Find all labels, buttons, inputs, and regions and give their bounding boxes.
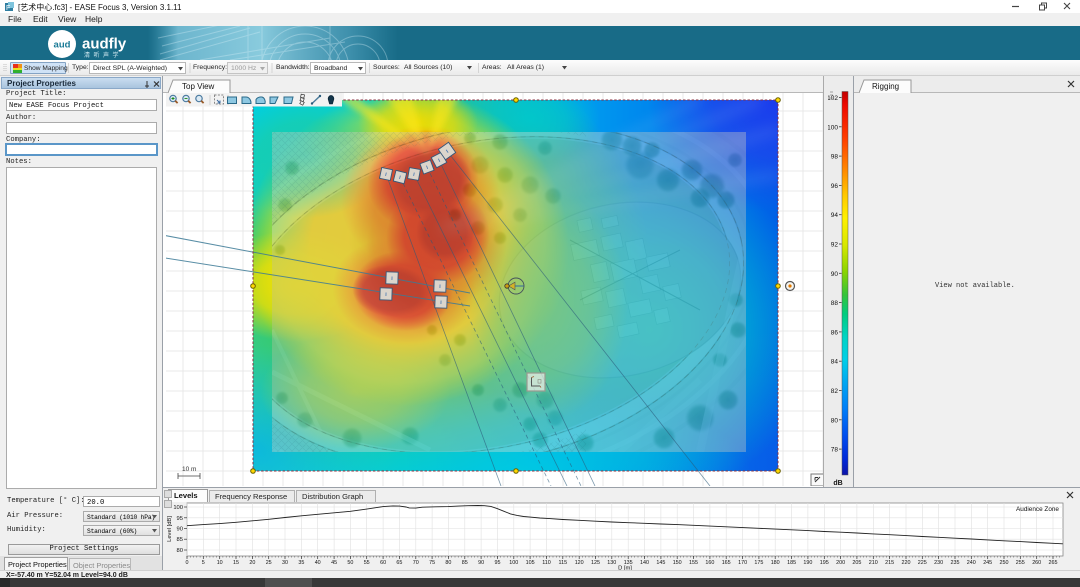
svg-text:清听声学: 清听声学: [84, 51, 122, 59]
svg-text:30: 30: [282, 560, 288, 566]
svg-text:195: 195: [820, 560, 829, 566]
svg-text:110: 110: [542, 560, 551, 566]
svg-text:260: 260: [1032, 560, 1041, 566]
svg-text:55: 55: [364, 560, 370, 566]
svg-text:265: 265: [1049, 560, 1058, 566]
svg-text:150: 150: [673, 560, 682, 566]
svg-text:70: 70: [413, 560, 419, 566]
svg-text:15: 15: [233, 560, 239, 566]
svg-text:175: 175: [754, 560, 763, 566]
svg-text:95: 95: [177, 516, 183, 522]
svg-text:160: 160: [705, 560, 714, 566]
svg-text:165: 165: [722, 560, 731, 566]
svg-text:84: 84: [831, 359, 839, 366]
svg-text:25: 25: [266, 560, 272, 566]
svg-text:86: 86: [831, 329, 839, 336]
svg-text:75: 75: [429, 560, 435, 566]
svg-text:5: 5: [202, 560, 205, 566]
svg-text:255: 255: [1016, 560, 1025, 566]
svg-text:250: 250: [1000, 560, 1009, 566]
svg-text:170: 170: [738, 560, 747, 566]
svg-text:240: 240: [967, 560, 976, 566]
svg-text:98: 98: [831, 154, 839, 161]
svg-text:95: 95: [495, 560, 501, 566]
svg-text:100: 100: [173, 505, 183, 511]
svg-text:180: 180: [771, 560, 780, 566]
svg-text:145: 145: [656, 560, 665, 566]
svg-text:80: 80: [177, 548, 183, 554]
svg-text:105: 105: [526, 560, 535, 566]
svg-text:65: 65: [396, 560, 402, 566]
svg-text:155: 155: [689, 560, 698, 566]
svg-text:100: 100: [828, 124, 838, 131]
svg-text:audfly: audfly: [82, 36, 127, 53]
svg-text:F: F: [6, 5, 10, 12]
svg-text:0: 0: [186, 560, 189, 566]
svg-text:45: 45: [331, 560, 337, 566]
svg-text:90: 90: [177, 527, 183, 533]
svg-text:200: 200: [836, 560, 845, 566]
svg-text:185: 185: [787, 560, 796, 566]
svg-text:210: 210: [869, 560, 878, 566]
svg-text:102: 102: [828, 95, 838, 102]
svg-text:35: 35: [298, 560, 304, 566]
svg-text:120: 120: [575, 560, 584, 566]
svg-text:215: 215: [885, 560, 894, 566]
svg-text:85: 85: [177, 537, 183, 543]
svg-text:230: 230: [934, 560, 943, 566]
svg-text:78: 78: [831, 447, 839, 454]
svg-text:225: 225: [918, 560, 927, 566]
svg-text:100: 100: [509, 560, 518, 566]
svg-text:80: 80: [831, 417, 839, 424]
svg-text:205: 205: [852, 560, 861, 566]
svg-text:96: 96: [831, 183, 839, 190]
svg-text:85: 85: [462, 560, 468, 566]
svg-text:20: 20: [249, 560, 255, 566]
svg-text:235: 235: [951, 560, 960, 566]
svg-text:dB: dB: [833, 480, 842, 487]
svg-text:Level [dB]: Level [dB]: [167, 516, 173, 542]
svg-text:Audience Zone: Audience Zone: [1016, 506, 1059, 513]
svg-text:190: 190: [803, 560, 812, 566]
svg-text:88: 88: [831, 300, 839, 307]
svg-text:220: 220: [902, 560, 911, 566]
svg-text:140: 140: [640, 560, 649, 566]
svg-text:60: 60: [380, 560, 386, 566]
svg-text:10: 10: [217, 560, 223, 566]
svg-text:40: 40: [315, 560, 321, 566]
svg-text:90: 90: [831, 271, 839, 278]
svg-text:50: 50: [347, 560, 353, 566]
svg-text:125: 125: [591, 560, 600, 566]
svg-text:115: 115: [559, 560, 568, 566]
svg-text:aud: aud: [54, 40, 71, 51]
svg-text:90: 90: [478, 560, 484, 566]
svg-text:80: 80: [445, 560, 451, 566]
svg-text:82: 82: [831, 388, 839, 395]
svg-text:Rigging: Rigging: [872, 82, 899, 91]
svg-text:10 m: 10 m: [182, 466, 196, 473]
svg-text:94: 94: [831, 212, 839, 219]
svg-text:245: 245: [983, 560, 992, 566]
svg-text:Top View: Top View: [182, 82, 215, 91]
svg-text:130: 130: [607, 560, 616, 566]
svg-text:92: 92: [831, 242, 839, 249]
